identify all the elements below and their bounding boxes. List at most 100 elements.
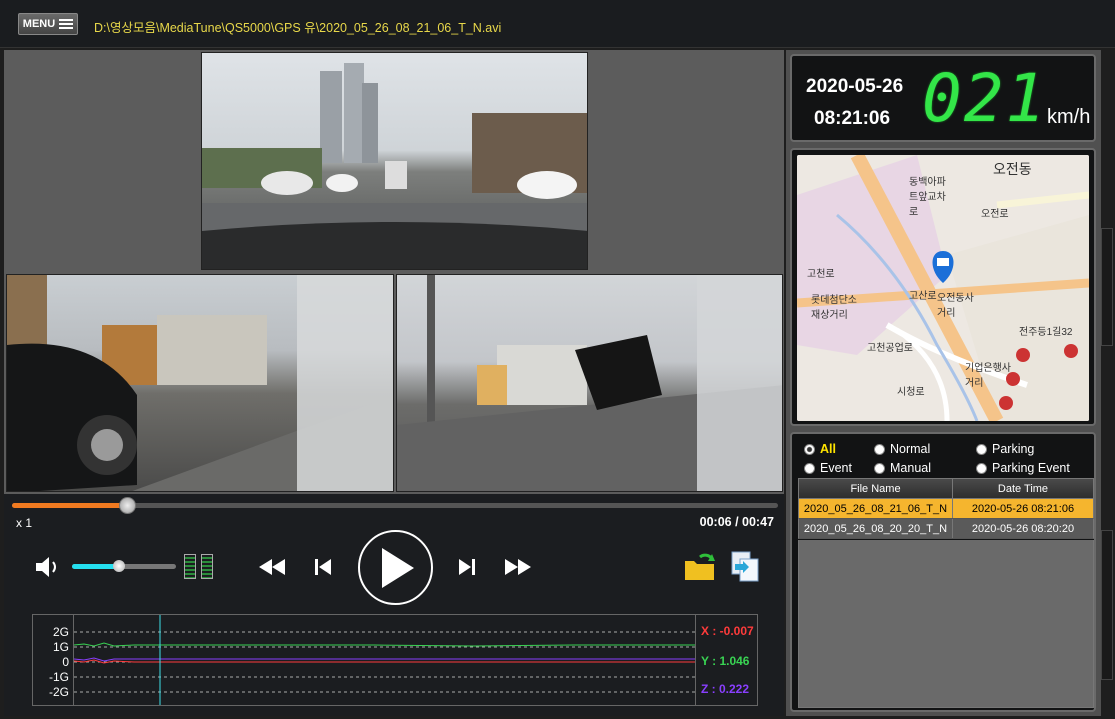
left-camera-view[interactable] <box>6 274 394 492</box>
map-marker-hospital-1 <box>1016 348 1030 362</box>
map-label-gocheon-ro: 고천로 <box>807 269 835 280</box>
map-label-sicheong-ro: 시청로 <box>897 387 925 398</box>
gsensor-y-value: Y : 1.046 <box>701 654 750 668</box>
record-time: 08:21:06 <box>814 108 891 129</box>
header-date-time[interactable]: Date Time <box>953 479 1093 498</box>
map-label-ojeon-intersection: 오전동사거리 <box>937 293 974 319</box>
map-side-tab[interactable] <box>1101 228 1113 346</box>
gsensor-graph: 2G 1G 0 -1G -2G X : -0.007 Y : 1.046 Z :… <box>32 614 758 706</box>
filter-all-label: All <box>820 442 836 456</box>
skip-back-icon <box>315 559 331 575</box>
map-label-jeonju: 전주등1길32 <box>1019 327 1073 338</box>
volume-slider[interactable] <box>72 560 176 572</box>
list-side-tab[interactable] <box>1101 530 1113 680</box>
menu-label: MENU <box>22 18 56 30</box>
gsensor-label-minus-2g: -2G <box>48 685 69 699</box>
gsensor-values: X : -0.007 Y : 1.046 Z : 0.222 <box>699 615 757 705</box>
filter-normal-label: Normal <box>890 442 931 456</box>
export-button[interactable] <box>728 550 762 582</box>
rewind-icon <box>259 559 285 575</box>
radio-icon <box>804 443 815 455</box>
row-date-time: 2020-05-26 08:21:06 <box>971 502 1075 515</box>
playback-speed[interactable]: x 1 <box>16 516 32 530</box>
audio-meter-right <box>201 554 213 579</box>
map-label-gosan-ro: 고산로 <box>909 291 937 302</box>
rewind-button[interactable] <box>256 556 288 578</box>
filter-parking-event[interactable]: Parking Event <box>976 461 1070 475</box>
gsensor-y-axis: 2G 1G 0 -1G -2G <box>33 615 73 707</box>
front-camera-view[interactable] <box>201 52 588 270</box>
gsensor-y-line <box>74 642 695 647</box>
speed-unit: km/h <box>1047 106 1091 128</box>
file-list-panel: All Normal Parking Event Manual Parking … <box>790 432 1096 712</box>
next-button[interactable] <box>456 556 478 578</box>
filter-parking[interactable]: Parking <box>976 442 1034 456</box>
table-header: File Name Date Time <box>798 478 1094 499</box>
row-file-name: 2020_05_26_08_21_06_T_N <box>799 499 953 518</box>
gsensor-plot[interactable] <box>73 615 696 705</box>
file-table: File Name Date Time 2020_05_26_08_21_06_… <box>798 478 1094 539</box>
fast-forward-button[interactable] <box>502 556 534 578</box>
skip-forward-icon <box>459 559 475 575</box>
gps-map[interactable]: 오전동 동백아파트앞교차로 오전로 고산로 오전동사거리 롯데첨단소재상거리 기… <box>797 155 1089 421</box>
filter-manual[interactable]: Manual <box>874 461 931 475</box>
filter-parking-event-label: Parking Event <box>992 461 1070 475</box>
gsensor-label-2g: 2G <box>52 625 69 639</box>
map-label-ojeon-ro: 오전로 <box>981 209 1009 220</box>
table-row[interactable]: 2020_05_26_08_20_20_T_N 2020-05-26 08:20… <box>798 519 1094 539</box>
seek-handle[interactable] <box>118 497 136 514</box>
filter-parking-label: Parking <box>992 442 1035 456</box>
copy-files-icon <box>731 551 759 582</box>
fast-forward-icon <box>505 559 531 575</box>
radio-icon <box>976 462 987 474</box>
row-date-time: 2020-05-26 08:20:20 <box>971 522 1075 535</box>
map-panel: 오전동 동백아파트앞교차로 오전로 고산로 오전동사거리 롯데첨단소재상거리 기… <box>790 148 1096 426</box>
audio-meter-left <box>184 554 196 579</box>
filter-event-label: Event <box>820 461 852 475</box>
speed-value: 021 <box>922 60 1048 137</box>
gsensor-z-line <box>74 657 695 662</box>
table-empty-area <box>798 540 1094 708</box>
map-label-lotte: 롯데첨단소재상거리 <box>811 295 857 321</box>
folder-icon <box>685 553 715 580</box>
record-date: 2020-05-26 <box>806 76 904 97</box>
filter-normal[interactable]: Normal <box>874 442 930 456</box>
seek-progress <box>12 503 127 508</box>
gsensor-label-1g: 1G <box>52 640 69 654</box>
filter-all[interactable]: All <box>804 442 836 456</box>
radio-icon <box>804 462 815 474</box>
seek-bar[interactable] <box>12 497 778 514</box>
radio-icon <box>874 462 885 474</box>
header-file-name[interactable]: File Name <box>799 479 953 498</box>
gsensor-x-line <box>74 659 695 664</box>
menu-button[interactable]: MENU <box>18 13 78 35</box>
previous-button[interactable] <box>312 556 334 578</box>
info-panel: 2020-05-26 08:21:06 021 km/h 오전동 동백아파트앞교… <box>786 50 1101 716</box>
table-row[interactable]: 2020_05_26_08_21_06_T_N 2020-05-26 08:21… <box>798 499 1094 519</box>
gsensor-z-value: Z : 0.222 <box>701 682 750 696</box>
left-camera-scene <box>7 275 393 491</box>
row-file-name: 2020_05_26_08_20_20_T_N <box>799 519 953 538</box>
play-icon <box>381 547 414 588</box>
volume-icon[interactable] <box>34 555 62 579</box>
gsensor-label-0: 0 <box>62 655 69 669</box>
hamburger-icon <box>59 19 74 29</box>
filter-event[interactable]: Event <box>804 461 852 475</box>
filter-manual-label: Manual <box>890 461 931 475</box>
open-folder-button[interactable] <box>684 552 716 582</box>
play-button[interactable] <box>358 530 433 605</box>
map-label-dongbaek: 동백아파트앞교차로 <box>909 177 946 218</box>
volume-level <box>72 564 119 569</box>
title-bar: MENU D:\영상모음\MediaTune\QS5000\GPS 유\2020… <box>0 0 1115 48</box>
right-camera-view[interactable] <box>396 274 783 492</box>
right-camera-scene <box>397 275 782 491</box>
file-path: D:\영상모음\MediaTune\QS5000\GPS 유\2020_05_2… <box>94 21 502 35</box>
player-controls: x 1 00:06 / 00:47 2G 1G 0 -1G -2G X: -0… <box>4 494 784 716</box>
radio-icon <box>976 443 987 455</box>
map-label-ibk: 기업은행사거리 <box>965 363 1011 389</box>
volume-handle[interactable] <box>112 560 125 572</box>
speed-display: 2020-05-26 08:21:06 021 km/h <box>790 54 1096 142</box>
gsensor-label-minus-1g: -1G <box>48 670 69 684</box>
timecode: 00:06 / 00:47 <box>699 515 774 529</box>
radio-icon <box>874 443 885 455</box>
